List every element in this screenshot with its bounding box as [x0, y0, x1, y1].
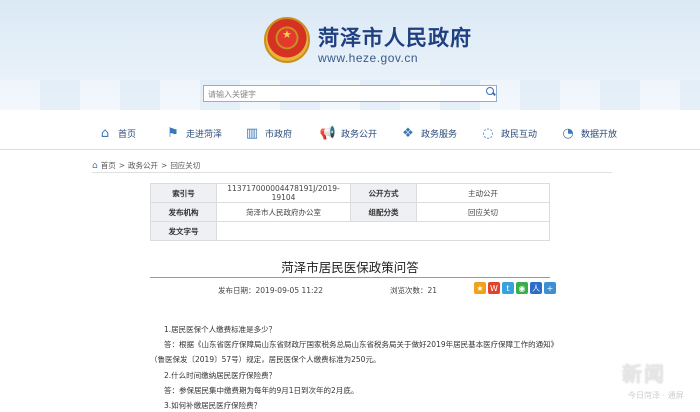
- national-emblem-icon: ★: [264, 17, 310, 63]
- watermark-main: 新闻: [622, 362, 666, 386]
- renren-share-icon[interactable]: 人: [530, 282, 542, 294]
- flag-icon: ⚑: [167, 125, 179, 141]
- home-icon: ⌂: [100, 125, 110, 141]
- news-watermark: 新闻 今日菏泽 · 通屏: [618, 356, 700, 412]
- chat-icon: ◌: [482, 125, 494, 141]
- nav-label: 走进菏泽: [186, 129, 223, 140]
- search-input[interactable]: 请输入关键字: [203, 85, 497, 102]
- watermark-sub: 今日菏泽 · 通屏: [628, 391, 684, 400]
- more-share-icon[interactable]: +: [544, 282, 556, 294]
- home-icon: ⌂: [92, 160, 98, 171]
- breadcrumb-openness[interactable]: 政务公开: [128, 160, 158, 171]
- nav-item-services[interactable]: ❖ 政务服务: [400, 123, 457, 143]
- dashboard-icon: ◔: [562, 125, 574, 141]
- meta-value: 菏泽市人民政府办公室: [216, 202, 351, 222]
- table-row: 发布机构 菏泽市人民政府办公室 组配分类 回应关切: [150, 202, 550, 222]
- view-count: 浏览次数：21: [390, 286, 438, 295]
- answer: 答：根据《山东省医疗保障局山东省财政厅国家税务总局山东省税务局关于做好2019年…: [164, 340, 559, 350]
- nav-label: 数据开放: [581, 129, 618, 140]
- table-row: 发文字号: [150, 221, 550, 241]
- nav-item-openness[interactable]: 📢 政务公开: [320, 123, 377, 143]
- weibo-share-icon[interactable]: W: [488, 282, 500, 294]
- question: 3.如何补缴居民医疗保险费？: [164, 401, 262, 411]
- meta-key: 公开方式: [350, 183, 417, 203]
- nav-label: 政务公开: [341, 129, 378, 140]
- breadcrumb-separator: >: [118, 161, 126, 170]
- publish-date: 发布日期：2019-09-05 11:22: [218, 286, 324, 295]
- site-name[interactable]: 菏泽市人民政府: [318, 22, 472, 52]
- table-row: 索引号 113717000004478191J/2019-19104 公开方式 …: [150, 183, 550, 203]
- main-nav: ⌂ 首页 ⚑ 走进菏泽 ▥ 市政府 📢 政务公开 ❖ 政务服务 ◌ 政民互动 ◔…: [0, 115, 700, 150]
- meta-value: 主动公开: [416, 183, 550, 203]
- nav-label: 首页: [118, 129, 137, 140]
- nav-item-government[interactable]: ▥ 市政府: [244, 123, 292, 143]
- divider: [92, 172, 612, 173]
- wechat-share-icon[interactable]: ◉: [516, 282, 528, 294]
- document-meta-table: 索引号 113717000004478191J/2019-19104 公开方式 …: [150, 183, 550, 241]
- nav-item-interaction[interactable]: ◌ 政民互动: [480, 123, 537, 143]
- qzone-share-icon[interactable]: ★: [474, 282, 486, 294]
- meta-key: 发文字号: [150, 221, 217, 241]
- site-url: www.heze.gov.cn: [318, 51, 418, 65]
- meta-key: 组配分类: [350, 202, 417, 222]
- nav-item-home[interactable]: ⌂ 首页: [97, 123, 136, 143]
- breadcrumb: ⌂ 首页 > 政务公开 > 回应关切: [92, 160, 200, 171]
- nav-label: 政民互动: [501, 129, 538, 140]
- breadcrumb-current[interactable]: 回应关切: [170, 160, 200, 171]
- nav-label: 市政府: [265, 129, 293, 140]
- answer-continued: （鲁医保发〔2019〕57号）规定，居民医保个人缴费标准为250元。: [150, 355, 381, 365]
- breadcrumb-separator: >: [161, 161, 168, 170]
- handshake-icon: ❖: [402, 125, 414, 141]
- meta-key: 发布机构: [150, 202, 217, 222]
- nav-item-data[interactable]: ◔ 数据开放: [560, 123, 617, 143]
- nav-label: 政务服务: [421, 129, 458, 140]
- meta-value: [216, 221, 550, 241]
- question: 1.居民医保个人缴费标准是多少？: [164, 325, 277, 334]
- answer: 答：参保居民集中缴费期为每年的9月1日到次年的2月底。: [164, 385, 359, 395]
- building-icon: ▥: [245, 125, 259, 141]
- question: 2.什么时间缴纳居民医疗保险费？: [164, 370, 277, 380]
- search-icon[interactable]: [486, 87, 496, 97]
- meta-value: 回应关切: [416, 202, 550, 222]
- article-title: 菏泽市居民医保政策问答: [281, 260, 419, 275]
- article-body: 1.居民医保个人缴费标准是多少？ 答：根据《山东省医疗保障局山东省财政厅国家税务…: [150, 322, 590, 412]
- title-divider: [150, 277, 550, 278]
- nav-item-about[interactable]: ⚑ 走进菏泽: [165, 123, 222, 143]
- breadcrumb-home[interactable]: 首页: [101, 160, 116, 171]
- meta-value: 113717000004478191J/2019-19104: [216, 183, 351, 203]
- share-bar: ★ W t ◉ 人 +: [474, 282, 556, 294]
- megaphone-icon: 📢: [319, 125, 337, 141]
- tencent-weibo-share-icon[interactable]: t: [502, 282, 514, 294]
- meta-key: 索引号: [150, 183, 217, 203]
